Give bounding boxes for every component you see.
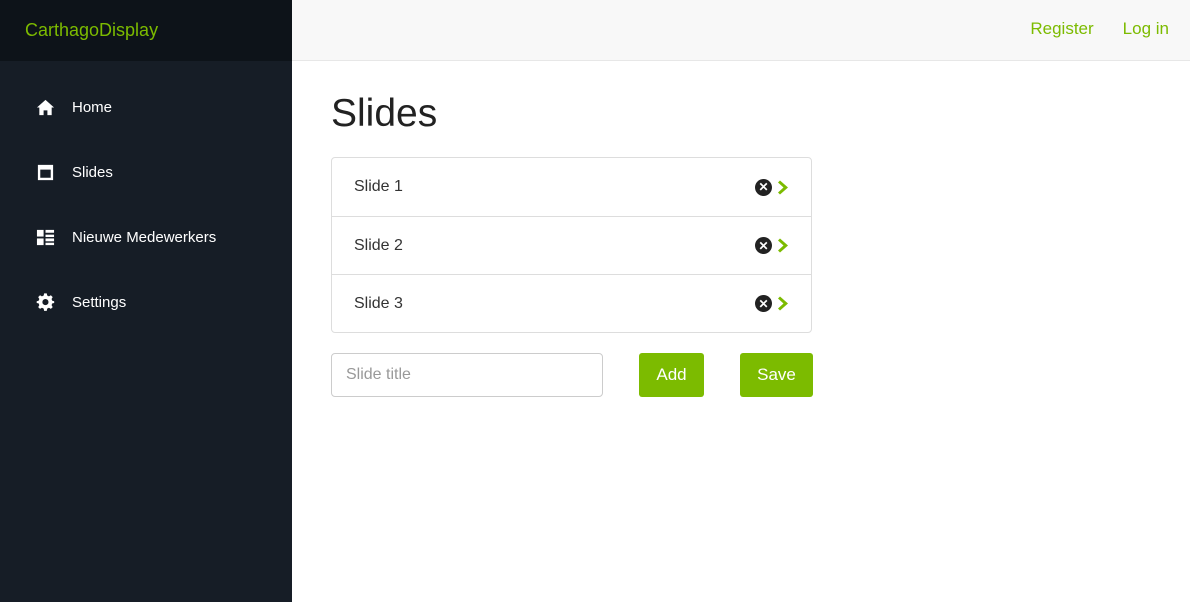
sidebar-item-nieuwe-medewerkers[interactable]: Nieuwe Medewerkers	[0, 205, 292, 270]
account-nav: Register Log in	[1030, 19, 1169, 39]
add-button[interactable]: Add	[639, 353, 704, 397]
home-icon	[35, 98, 55, 118]
brand-link[interactable]: CarthagoDisplay	[25, 20, 158, 41]
slide-label: Slide 3	[354, 294, 403, 312]
list-item[interactable]: Slide 1 ✕	[332, 158, 811, 216]
sidebar-item-label: Home	[72, 99, 113, 116]
chevron-right-icon[interactable]	[778, 179, 789, 196]
sidebar-nav: Home Slides Nieuwe Medewerkers Settings	[0, 61, 292, 335]
gear-icon	[35, 293, 55, 313]
window-icon	[35, 163, 55, 183]
register-link[interactable]: Register	[1030, 19, 1093, 39]
sidebar-item-label: Nieuwe Medewerkers	[72, 229, 217, 246]
remove-circle-icon[interactable]: ✕	[755, 237, 772, 254]
sidebar-item-home[interactable]: Home	[0, 75, 292, 140]
chevron-right-icon[interactable]	[778, 295, 789, 312]
page-title: Slides	[331, 92, 438, 135]
slide-label: Slide 2	[354, 236, 403, 254]
list-item[interactable]: Slide 2 ✕	[332, 216, 811, 274]
login-link[interactable]: Log in	[1123, 19, 1169, 39]
remove-circle-icon[interactable]: ✕	[755, 295, 772, 312]
main-content: Slides Slide 1 ✕ Slide 2 ✕ Slide 3 ✕ Add	[331, 61, 813, 397]
sidebar-item-label: Settings	[72, 294, 127, 311]
brand-bar: CarthagoDisplay	[0, 0, 292, 61]
sidebar-item-slides[interactable]: Slides	[0, 140, 292, 205]
slide-title-input[interactable]	[331, 353, 603, 397]
sidebar-item-settings[interactable]: Settings	[0, 270, 292, 335]
sidebar-item-label: Slides	[72, 164, 113, 181]
sidebar: CarthagoDisplay Home Slides Nieuwe Medew…	[0, 0, 292, 602]
slide-list: Slide 1 ✕ Slide 2 ✕ Slide 3 ✕	[331, 157, 812, 333]
top-navbar: Register Log in	[292, 0, 1190, 61]
save-button[interactable]: Save	[740, 353, 813, 397]
remove-circle-icon[interactable]: ✕	[755, 178, 772, 196]
list-grid-icon	[35, 228, 55, 248]
chevron-right-icon[interactable]	[778, 237, 789, 254]
list-item[interactable]: Slide 3 ✕	[332, 274, 811, 332]
slide-label: Slide 1	[354, 178, 403, 195]
add-slide-form: Add Save	[331, 353, 813, 397]
